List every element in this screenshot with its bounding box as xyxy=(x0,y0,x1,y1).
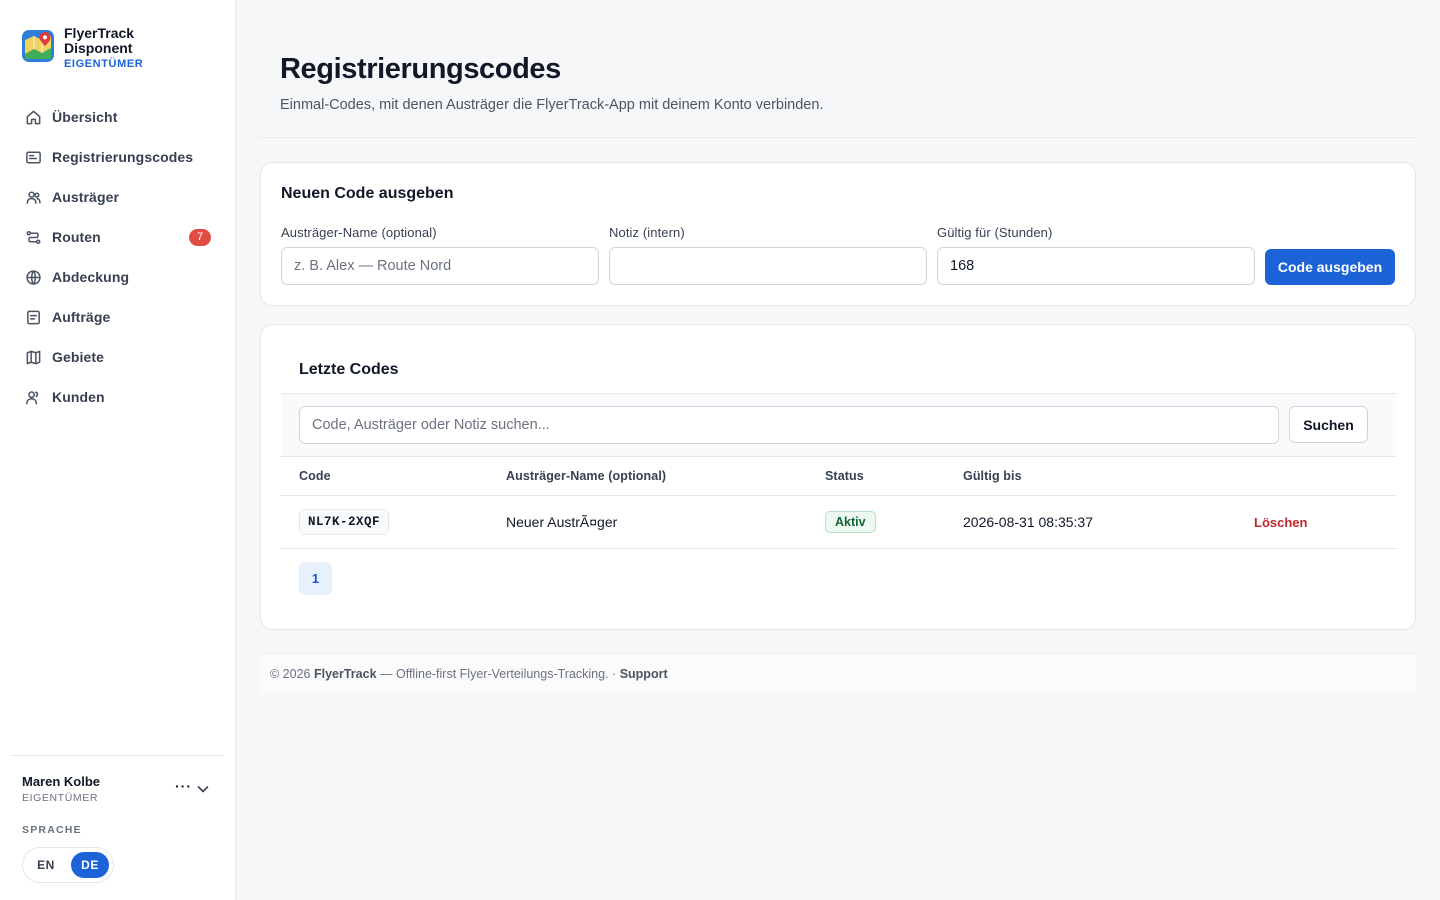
search-input[interactable] xyxy=(299,406,1279,444)
divider xyxy=(260,137,1416,138)
note-field-label: Notiz (intern) xyxy=(609,225,685,240)
sidebar-item-label: Abdeckung xyxy=(52,269,130,285)
sidebar-item-abdeckung[interactable]: Abdeckung xyxy=(12,257,224,297)
table-row: NL7K-2XQF Neuer AustrÃ¤ger Aktiv 2026-08… xyxy=(281,496,1396,549)
sidebar-item-label: Routen xyxy=(52,229,101,245)
user-name: Maren Kolbe xyxy=(22,774,101,789)
valid-until-cell: 2026-08-31 08:35:37 xyxy=(963,514,1093,530)
page-title: Registrierungscodes xyxy=(280,53,561,85)
more-options-icon[interactable]: ··· xyxy=(175,778,192,794)
brand-name-line1: FlyerTrack xyxy=(64,25,135,41)
map-pin-logo-icon xyxy=(22,30,54,62)
hours-field[interactable] xyxy=(937,247,1255,285)
name-field-label: Austräger-Name (optional) xyxy=(281,225,437,240)
globe-icon xyxy=(24,268,42,286)
code-chip: NL7K-2XQF xyxy=(299,509,390,535)
id-card-icon xyxy=(24,148,42,166)
search-button[interactable]: Suchen xyxy=(1289,406,1368,443)
users-icon xyxy=(24,188,42,206)
language-en-button[interactable]: EN xyxy=(27,852,65,878)
column-header-code[interactable]: Code xyxy=(299,469,331,483)
sidebar-item-gebiete[interactable]: Gebiete xyxy=(12,337,224,377)
column-header-name[interactable]: Austräger-Name (optional) xyxy=(506,469,666,483)
language-label: SPRACHE xyxy=(22,824,82,836)
page-footer: © 2026 FlyerTrack — Offline-first Flyer-… xyxy=(260,653,1416,694)
user-role: EIGENTÜMER xyxy=(22,792,99,804)
home-icon xyxy=(24,108,42,126)
sidebar-item-registrierungscodes[interactable]: Registrierungscodes xyxy=(12,137,224,177)
document-icon xyxy=(24,308,42,326)
status-badge: Aktiv xyxy=(825,511,876,533)
name-field[interactable] xyxy=(281,247,599,285)
sidebar-item-label: Austräger xyxy=(52,189,120,205)
pagination-page-button[interactable]: 1 xyxy=(299,562,332,595)
sidebar-item-routen[interactable]: Routen 7 xyxy=(12,217,224,257)
footer-brand: FlyerTrack xyxy=(313,667,377,681)
routes-count-badge: 7 xyxy=(189,229,211,246)
hours-field-label: Gültig für (Stunden) xyxy=(937,225,1053,240)
recent-codes-title: Letzte Codes xyxy=(299,361,399,378)
search-toolbar: Suchen xyxy=(281,393,1396,457)
language-toggle: EN DE xyxy=(22,847,114,883)
table-header: Code Austräger-Name (optional) Status Gü… xyxy=(281,457,1396,496)
brand-name-line2: Disponent xyxy=(64,40,133,56)
sidebar-item-uebersicht[interactable]: Übersicht xyxy=(12,97,224,137)
language-de-button[interactable]: DE xyxy=(71,852,109,878)
sidebar-item-austraeger[interactable]: Austräger xyxy=(12,177,224,217)
brand[interactable]: FlyerTrack Disponent EIGENTÜMER xyxy=(22,26,143,72)
column-header-status[interactable]: Status xyxy=(825,469,864,483)
sidebar-item-label: Aufträge xyxy=(52,309,111,325)
support-link[interactable]: Support xyxy=(620,667,668,681)
sidebar-item-kunden[interactable]: Kunden xyxy=(12,377,224,417)
map-icon xyxy=(24,348,42,366)
sidebar-item-label: Registrierungscodes xyxy=(52,149,194,165)
column-header-valid-until[interactable]: Gültig bis xyxy=(963,469,1022,483)
page-subtitle: Einmal-Codes, mit denen Austräger die Fl… xyxy=(280,97,824,113)
footer-tagline: — Offline-first Flyer-Verteilungs-Tracki… xyxy=(380,667,609,681)
footer-copyright: © 2026 xyxy=(270,667,311,681)
delete-button[interactable]: Löschen xyxy=(1254,515,1307,530)
user-panel: Maren Kolbe EIGENTÜMER ··· SPRACHE EN DE xyxy=(10,755,224,883)
chevron-down-icon[interactable] xyxy=(196,782,210,796)
route-icon xyxy=(24,228,42,246)
footer-separator: · xyxy=(612,667,617,681)
sidebar-nav: Übersicht Registrierungscodes Austräger … xyxy=(12,97,224,417)
sidebar-item-label: Kunden xyxy=(52,389,105,405)
note-field[interactable] xyxy=(609,247,927,285)
sidebar-item-label: Übersicht xyxy=(52,109,118,125)
new-code-card: Neuen Code ausgeben Austräger-Name (opti… xyxy=(260,162,1416,306)
sidebar-item-label: Gebiete xyxy=(52,349,105,365)
customers-icon xyxy=(24,388,42,406)
austraeger-name-cell: Neuer AustrÃ¤ger xyxy=(506,514,618,530)
footer-text: © 2026 FlyerTrack — Offline-first Flyer-… xyxy=(270,667,668,681)
new-code-title: Neuen Code ausgeben xyxy=(281,185,454,202)
sidebar: FlyerTrack Disponent EIGENTÜMER Übersich… xyxy=(0,0,236,900)
issue-code-button[interactable]: Code ausgeben xyxy=(1265,249,1395,285)
brand-role: EIGENTÜMER xyxy=(64,58,144,70)
sidebar-item-auftraege[interactable]: Aufträge xyxy=(12,297,224,337)
recent-codes-card: Letzte Codes Suchen Code Austräger-Name … xyxy=(260,324,1416,630)
